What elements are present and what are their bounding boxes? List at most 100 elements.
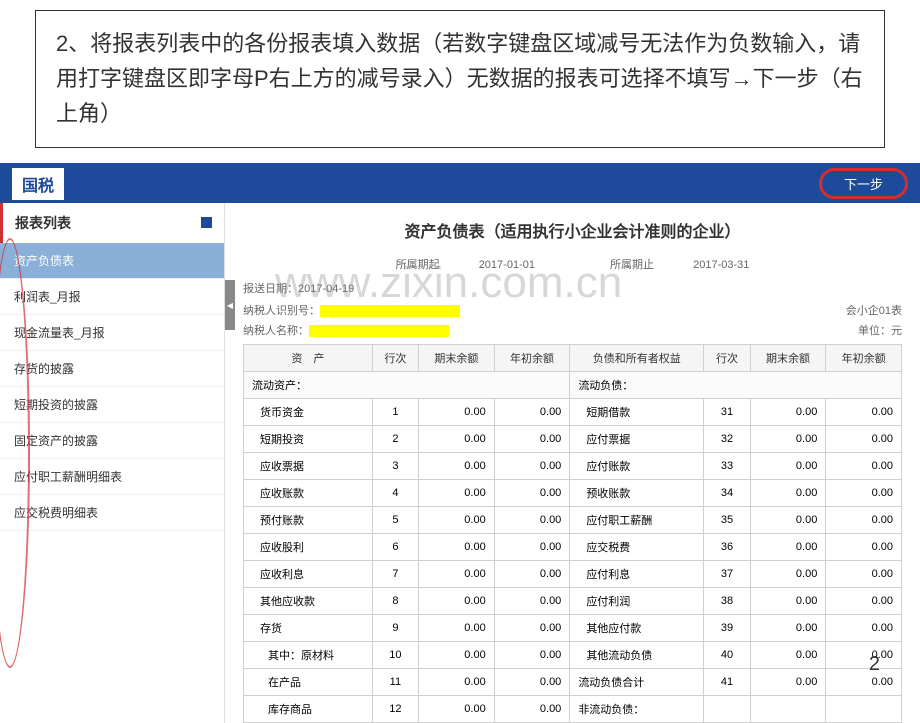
end-balance[interactable]: 0.00 [750, 452, 826, 479]
table-header-cell: 行次 [372, 344, 418, 371]
row-num: 5 [372, 506, 418, 533]
sidebar-item[interactable]: 应交税费明细表 [0, 495, 224, 531]
begin-balance[interactable]: 0.00 [826, 668, 902, 695]
sidebar-item[interactable]: 资产负债表 [0, 243, 224, 279]
row-num: 6 [372, 533, 418, 560]
liability-name: 其他流动负债 [570, 641, 704, 668]
end-balance[interactable]: 0.00 [750, 506, 826, 533]
table-row: 周转材料130.000.00长期借款420.000.00 [244, 722, 902, 723]
begin-balance[interactable]: 0.00 [494, 398, 570, 425]
end-balance[interactable]: 0.00 [419, 479, 495, 506]
begin-balance[interactable]: 0.00 [494, 479, 570, 506]
end-balance[interactable]: 0.00 [750, 398, 826, 425]
table-row: 应收账款40.000.00预收账款340.000.00 [244, 479, 902, 506]
begin-balance[interactable]: 0.00 [494, 668, 570, 695]
liability-name: 应付票据 [570, 425, 704, 452]
begin-balance[interactable]: 0.00 [494, 641, 570, 668]
row-num: 36 [704, 533, 750, 560]
begin-balance[interactable]: 0.00 [826, 452, 902, 479]
table-row: 其他应收款80.000.00应付利润380.000.00 [244, 587, 902, 614]
begin-balance[interactable]: 0.00 [494, 695, 570, 722]
table-row: 应收票据30.000.00应付账款330.000.00 [244, 452, 902, 479]
end-balance[interactable]: 0.00 [750, 560, 826, 587]
sidebar-item[interactable]: 利润表_月报 [0, 279, 224, 315]
table-header-cell: 负债和所有者权益 [570, 344, 704, 371]
row-num: 1 [372, 398, 418, 425]
sidebar-title: 报表列表 [15, 213, 71, 233]
end-balance[interactable]: 0.00 [419, 533, 495, 560]
row-num: 4 [372, 479, 418, 506]
end-balance[interactable]: 0.00 [419, 398, 495, 425]
table-header-cell: 年初余额 [494, 344, 570, 371]
begin-balance[interactable]: 0.00 [826, 560, 902, 587]
table-row: 在产品110.000.00流动负债合计410.000.00 [244, 668, 902, 695]
taxpayer-name-highlight [309, 325, 449, 337]
begin-balance[interactable]: 0.00 [494, 587, 570, 614]
table-header-cell: 资 产 [244, 344, 373, 371]
table-row: 应收利息70.000.00应付利息370.000.00 [244, 560, 902, 587]
end-balance[interactable]: 0.00 [419, 722, 495, 723]
end-balance[interactable]: 0.00 [419, 641, 495, 668]
end-balance[interactable]: 0.00 [419, 506, 495, 533]
begin-balance[interactable]: 0.00 [494, 614, 570, 641]
section-left: 流动资产： [244, 371, 570, 398]
end-balance[interactable]: 0.00 [750, 587, 826, 614]
row-num: 11 [372, 668, 418, 695]
end-balance[interactable]: 0.00 [419, 452, 495, 479]
liability-name: 短期借款 [570, 398, 704, 425]
begin-balance[interactable]: 0.00 [494, 425, 570, 452]
taxpayer-id-highlight [320, 305, 460, 317]
begin-balance[interactable]: 0.00 [826, 533, 902, 560]
sidebar-item[interactable]: 固定资产的披露 [0, 423, 224, 459]
end-balance[interactable]: 0.00 [750, 425, 826, 452]
begin-balance[interactable]: 0.00 [494, 533, 570, 560]
liability-name: 应交税费 [570, 533, 704, 560]
asset-name: 应收股利 [244, 533, 373, 560]
begin-balance[interactable]: 0.00 [826, 506, 902, 533]
end-balance[interactable]: 0.00 [419, 668, 495, 695]
sidebar-toggle-icon[interactable] [201, 217, 212, 228]
sidebar-item[interactable]: 存货的披露 [0, 351, 224, 387]
asset-name: 应收利息 [244, 560, 373, 587]
instruction-box: 2、将报表列表中的各份报表填入数据（若数字键盘区域减号无法作为负数输入，请用打字… [35, 10, 885, 148]
begin-balance[interactable]: 0.00 [826, 641, 902, 668]
end-balance[interactable]: 0.00 [750, 668, 826, 695]
begin-balance[interactable]: 0.00 [826, 398, 902, 425]
end-balance[interactable]: 0.00 [750, 479, 826, 506]
sidebar-item[interactable]: 短期投资的披露 [0, 387, 224, 423]
end-balance[interactable]: 0.00 [419, 614, 495, 641]
sidebar-item[interactable]: 现金流量表_月报 [0, 315, 224, 351]
begin-balance[interactable]: 0.00 [494, 452, 570, 479]
next-step-button[interactable]: 下一步 [819, 168, 908, 199]
row-num: 32 [704, 425, 750, 452]
table-row: 短期投资20.000.00应付票据320.000.00 [244, 425, 902, 452]
content-area: www.zixin.com.cn 资产负债表（适用执行小企业会计准则的企业） 所… [225, 203, 920, 723]
end-balance[interactable]: 0.00 [750, 722, 826, 723]
section-right: 流动负债： [570, 371, 902, 398]
liability-name: 应付职工薪酬 [570, 506, 704, 533]
report-title: 资产负债表（适用执行小企业会计准则的企业） [243, 218, 902, 242]
begin-balance[interactable]: 0.00 [826, 614, 902, 641]
begin-balance[interactable]: 0.00 [494, 506, 570, 533]
end-balance[interactable]: 0.00 [419, 587, 495, 614]
begin-balance [826, 695, 902, 722]
end-balance[interactable]: 0.00 [750, 641, 826, 668]
sidebar-item[interactable]: 应付职工薪酬明细表 [0, 459, 224, 495]
end-balance[interactable]: 0.00 [419, 695, 495, 722]
begin-balance[interactable]: 0.00 [494, 560, 570, 587]
end-balance[interactable]: 0.00 [419, 560, 495, 587]
begin-balance[interactable]: 0.00 [826, 425, 902, 452]
liability-name: 长期借款 [570, 722, 704, 723]
begin-balance[interactable]: 0.00 [494, 722, 570, 723]
asset-name: 短期投资 [244, 425, 373, 452]
begin-balance[interactable]: 0.00 [826, 587, 902, 614]
asset-name: 周转材料 [244, 722, 373, 723]
end-balance[interactable]: 0.00 [419, 425, 495, 452]
begin-balance[interactable]: 0.00 [826, 479, 902, 506]
row-num: 13 [372, 722, 418, 723]
begin-balance[interactable]: 0.00 [826, 722, 902, 723]
asset-name: 应收账款 [244, 479, 373, 506]
end-balance[interactable]: 0.00 [750, 533, 826, 560]
row-num: 12 [372, 695, 418, 722]
end-balance[interactable]: 0.00 [750, 614, 826, 641]
